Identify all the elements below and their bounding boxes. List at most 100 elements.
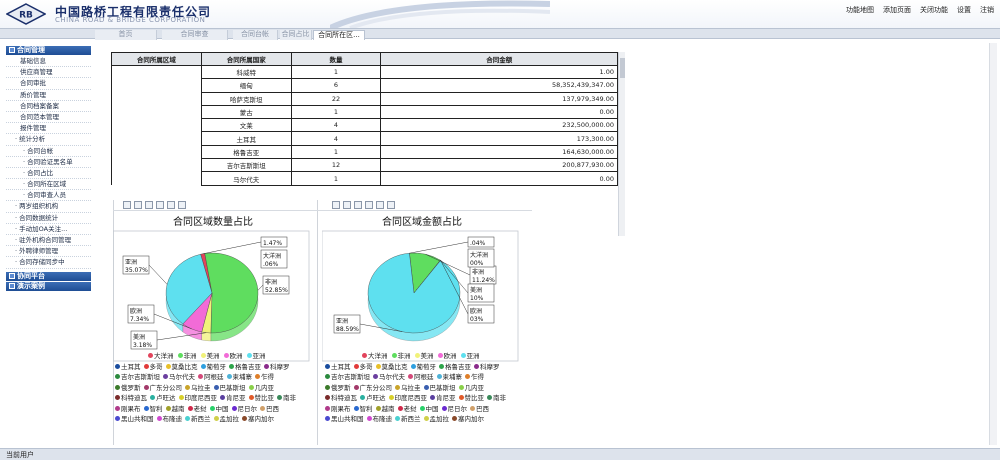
country-legend-entry[interactable]: 巴西 xyxy=(260,405,279,413)
legend-entry-非洲[interactable]: 非洲 xyxy=(177,350,197,360)
legend-entry-欧洲[interactable]: 欧洲 xyxy=(437,350,457,360)
sidebar-item-17[interactable]: · 外聘律师管理 xyxy=(6,246,91,258)
country-legend-entry[interactable]: 肯尼亚 xyxy=(220,394,246,402)
country-legend-entry[interactable]: 土耳其 xyxy=(325,363,351,371)
top-link-4[interactable]: 注销 xyxy=(980,5,994,15)
country-legend-entry[interactable]: 阿根廷 xyxy=(408,373,434,381)
sidebar-item-11[interactable]: · 合同所在区域 xyxy=(6,179,91,191)
country-legend-entry[interactable]: 肯尼亚 xyxy=(430,394,456,402)
country-legend-entry[interactable]: 多哥 xyxy=(353,363,373,371)
country-legend-entry[interactable]: 多哥 xyxy=(143,363,163,371)
country-legend-entry[interactable]: 格鲁吉亚 xyxy=(439,363,471,371)
country-legend-entry[interactable]: 科摩罗 xyxy=(264,363,290,371)
excel-icon[interactable] xyxy=(167,201,175,209)
excel-icon[interactable] xyxy=(376,201,384,209)
country-legend-entry[interactable]: 老挝 xyxy=(187,405,207,413)
tab-3[interactable]: 合同占比 xyxy=(280,30,312,40)
country-legend-entry[interactable]: 科摩罗 xyxy=(474,363,500,371)
country-legend-entry[interactable]: 葡萄牙 xyxy=(410,363,436,371)
legend-entry-亚洲[interactable]: 亚洲 xyxy=(460,350,480,360)
sidebar-section-1[interactable]: 协同平台 xyxy=(6,271,91,281)
legend-entry-大洋洲[interactable]: 大洋洲 xyxy=(148,350,174,360)
country-legend-entry[interactable]: 阿根廷 xyxy=(198,373,224,381)
sidebar-section-2[interactable]: 演示案例 xyxy=(6,281,91,291)
sidebar-item-14[interactable]: · 合同数据统计 xyxy=(6,213,91,224)
country-legend-entry[interactable]: 南非 xyxy=(487,394,506,402)
sidebar-item-0[interactable]: 基础信息 xyxy=(6,56,91,68)
zoom-icon[interactable] xyxy=(354,201,362,209)
country-legend-entry[interactable]: 广东分公司 xyxy=(353,384,392,392)
print-icon[interactable] xyxy=(332,201,340,209)
country-legend-entry[interactable]: 科特迪瓦 xyxy=(325,394,357,402)
country-legend-entry[interactable]: 马尔代夫 xyxy=(163,373,195,381)
legend-entry-欧洲[interactable]: 欧洲 xyxy=(223,350,243,360)
save-icon[interactable] xyxy=(343,201,351,209)
table-scrollbar[interactable] xyxy=(618,52,625,236)
zoom-icon[interactable] xyxy=(145,201,153,209)
country-legend-entry[interactable]: 科特迪瓦 xyxy=(115,394,147,402)
country-legend-entry[interactable]: 布隆迪 xyxy=(156,415,182,423)
country-legend-entry[interactable]: 几内亚 xyxy=(458,384,484,392)
sidebar-item-4[interactable]: 合同档案备案 xyxy=(6,101,91,112)
print-icon[interactable] xyxy=(123,201,131,209)
country-legend-entry[interactable]: 柬埔寨 xyxy=(226,373,252,381)
country-legend-entry[interactable]: 新西兰 xyxy=(395,415,421,423)
expand-icon[interactable] xyxy=(9,282,15,289)
country-legend-entry[interactable]: 黑山共和国 xyxy=(325,415,364,423)
country-legend-entry[interactable]: 柬埔寨 xyxy=(436,373,462,381)
country-legend-entry[interactable]: 中国 xyxy=(419,405,439,413)
country-legend-entry[interactable]: 孟加拉 xyxy=(213,415,239,423)
country-legend-entry[interactable]: 印度尼西亚 xyxy=(388,394,427,402)
sidebar-item-13[interactable]: · 两岁组织机构 xyxy=(6,201,91,213)
country-legend-entry[interactable]: 塞内加尔 xyxy=(242,415,274,423)
sidebar-item-5[interactable]: 合同范本管理 xyxy=(6,112,91,124)
sidebar-item-7[interactable]: · 统计分析 xyxy=(6,134,91,146)
top-link-0[interactable]: 功能地图 xyxy=(846,5,874,15)
country-legend-entry[interactable]: 马尔代夫 xyxy=(373,373,405,381)
country-legend-entry[interactable]: 几内亚 xyxy=(248,384,274,392)
country-legend-entry[interactable]: 老挝 xyxy=(397,405,417,413)
country-legend-entry[interactable]: 赞比亚 xyxy=(458,394,484,402)
country-legend-entry[interactable]: 刚果布 xyxy=(115,405,141,413)
sidebar-item-8[interactable]: · 合同台帐 xyxy=(6,146,91,157)
sidebar-item-3[interactable]: 质价管理 xyxy=(6,90,91,101)
page-scrollbar[interactable] xyxy=(989,43,997,445)
collapse-icon[interactable] xyxy=(9,47,15,53)
column-header-0[interactable]: 合同所属区域 xyxy=(111,52,202,66)
country-legend-entry[interactable]: 中国 xyxy=(209,405,229,413)
sidebar-item-18[interactable]: · 合同存储同步中 xyxy=(6,257,91,269)
tab-2[interactable]: 合同台帐 xyxy=(233,30,278,40)
export-icon[interactable] xyxy=(387,201,395,209)
country-legend-entry[interactable]: 赞比亚 xyxy=(248,394,274,402)
legend-entry-非洲[interactable]: 非洲 xyxy=(391,350,411,360)
tab-1[interactable]: 合同审查 xyxy=(162,30,228,40)
tab-0[interactable]: 首页 xyxy=(95,30,157,40)
country-legend-entry[interactable]: 尼日尔 xyxy=(441,405,467,413)
country-legend-entry[interactable]: 土耳其 xyxy=(115,363,141,371)
country-legend-entry[interactable]: 乌拉圭 xyxy=(395,384,421,392)
pdf-icon[interactable] xyxy=(365,201,373,209)
country-legend-entry[interactable]: 莫桑比克 xyxy=(165,363,198,371)
legend-entry-美洲[interactable]: 美洲 xyxy=(200,350,220,360)
country-legend-entry[interactable]: 越南 xyxy=(375,405,395,413)
sidebar-item-16[interactable]: · 驻外机构合同管理 xyxy=(6,235,91,247)
legend-entry-大洋洲[interactable]: 大洋洲 xyxy=(362,350,388,360)
country-legend-entry[interactable]: 乍得 xyxy=(465,373,484,381)
top-link-3[interactable]: 设置 xyxy=(957,5,971,15)
country-legend-entry[interactable]: 莫桑比克 xyxy=(375,363,408,371)
pdf-icon[interactable] xyxy=(156,201,164,209)
country-legend-entry[interactable]: 智利 xyxy=(353,405,373,413)
country-legend-entry[interactable]: 巴基斯坦 xyxy=(213,384,246,392)
country-legend-entry[interactable]: 吉尔吉斯斯坦 xyxy=(115,373,160,381)
country-legend-entry[interactable]: 巴基斯坦 xyxy=(423,384,456,392)
table-scroll-thumb[interactable] xyxy=(620,58,625,78)
country-legend-entry[interactable]: 南非 xyxy=(277,394,296,402)
country-legend-entry[interactable]: 塞内加尔 xyxy=(452,415,484,423)
country-legend-entry[interactable]: 葡萄牙 xyxy=(200,363,226,371)
country-legend-entry[interactable]: 布隆迪 xyxy=(366,415,392,423)
country-legend-entry[interactable]: 卢旺达 xyxy=(150,394,176,402)
sidebar-item-1[interactable]: 供应商管理 xyxy=(6,67,91,79)
country-legend-entry[interactable]: 俄罗斯 xyxy=(115,384,141,392)
legend-entry-亚洲[interactable]: 亚洲 xyxy=(246,350,266,360)
country-legend-entry[interactable]: 俄罗斯 xyxy=(325,384,351,392)
